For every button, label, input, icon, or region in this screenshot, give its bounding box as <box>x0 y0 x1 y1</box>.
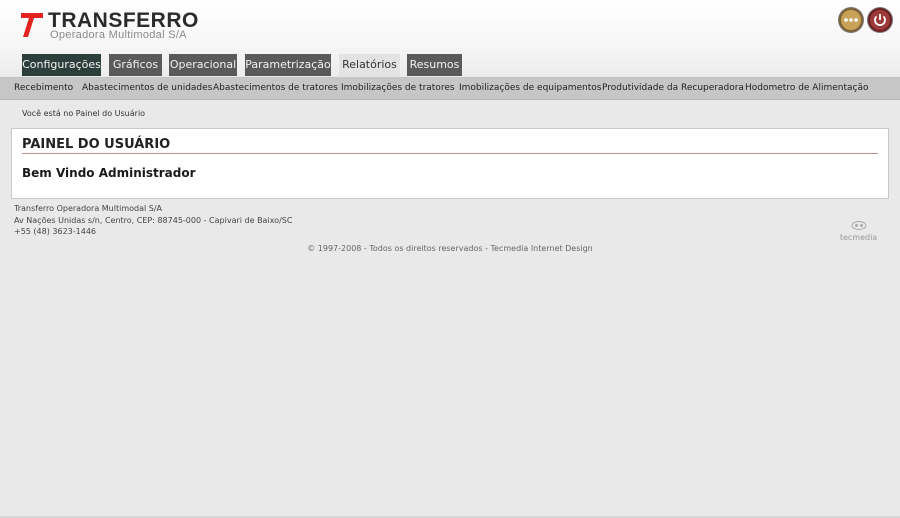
power-icon[interactable] <box>868 8 892 32</box>
tab-graficos[interactable]: Gráficos <box>109 54 162 76</box>
tab-parametrizacao[interactable]: Parametrização <box>245 54 331 76</box>
footer-phone: +55 (48) 3623-1446 <box>14 227 96 236</box>
sub-navigation: Recebimento Abastecimentos de unidades A… <box>0 77 900 100</box>
footer-company: Transferro Operadora Multimodal S/A <box>14 204 163 213</box>
tab-resumos[interactable]: Resumos <box>407 54 462 76</box>
footer-copyright: © 1997-2008 - Todos os direitos reservad… <box>307 244 593 253</box>
subnav-produtividade-recuperadora[interactable]: Produtividade da Recuperadora <box>602 77 744 99</box>
user-panel: PAINEL DO USUÁRIO Bem Vindo Administrado… <box>11 128 889 199</box>
subnav-imobilizacoes-equipamentos[interactable]: Imobilizações de equipamentos <box>459 77 601 99</box>
subnav-recebimento[interactable]: Recebimento <box>14 77 73 99</box>
tecmedia-icon <box>851 221 866 230</box>
subnav-abastecimentos-unidades[interactable]: Abastecimentos de unidades <box>82 77 212 99</box>
breadcrumb: Você está no Painel do Usuário <box>22 109 146 118</box>
subnav-hodometro-alimentacao[interactable]: Hodometro de Alimentação <box>745 77 869 99</box>
subnav-imobilizacoes-tratores[interactable]: Imobilizações de tratores <box>341 77 455 99</box>
tecmedia-label: tecmedia <box>839 233 878 242</box>
more-icon[interactable] <box>839 8 863 32</box>
welcome-message: Bem Vindo Administrador <box>22 166 196 180</box>
panel-divider <box>22 153 878 154</box>
subnav-abastecimentos-tratores[interactable]: Abastecimentos de tratores <box>213 77 338 99</box>
panel-title: PAINEL DO USUÁRIO <box>22 137 171 152</box>
brand-subtitle: Operadora Multimodal S/A <box>50 29 187 41</box>
tab-operacional[interactable]: Operacional <box>169 54 237 76</box>
footer-address: Transferro Operadora Multimodal S/A Av N… <box>14 203 292 238</box>
tab-relatorios[interactable]: Relatórios <box>339 54 400 77</box>
app-header: TRANSFERRO Operadora Multimodal S/A Conf… <box>0 0 900 77</box>
tab-configuracoes[interactable]: Configurações <box>22 54 101 76</box>
footer-street: Av Nações Unidas s/n, Centro, CEP: 88745… <box>14 215 293 225</box>
transferro-logo-icon <box>21 13 43 37</box>
tecmedia-logo[interactable]: tecmedia <box>836 215 881 242</box>
